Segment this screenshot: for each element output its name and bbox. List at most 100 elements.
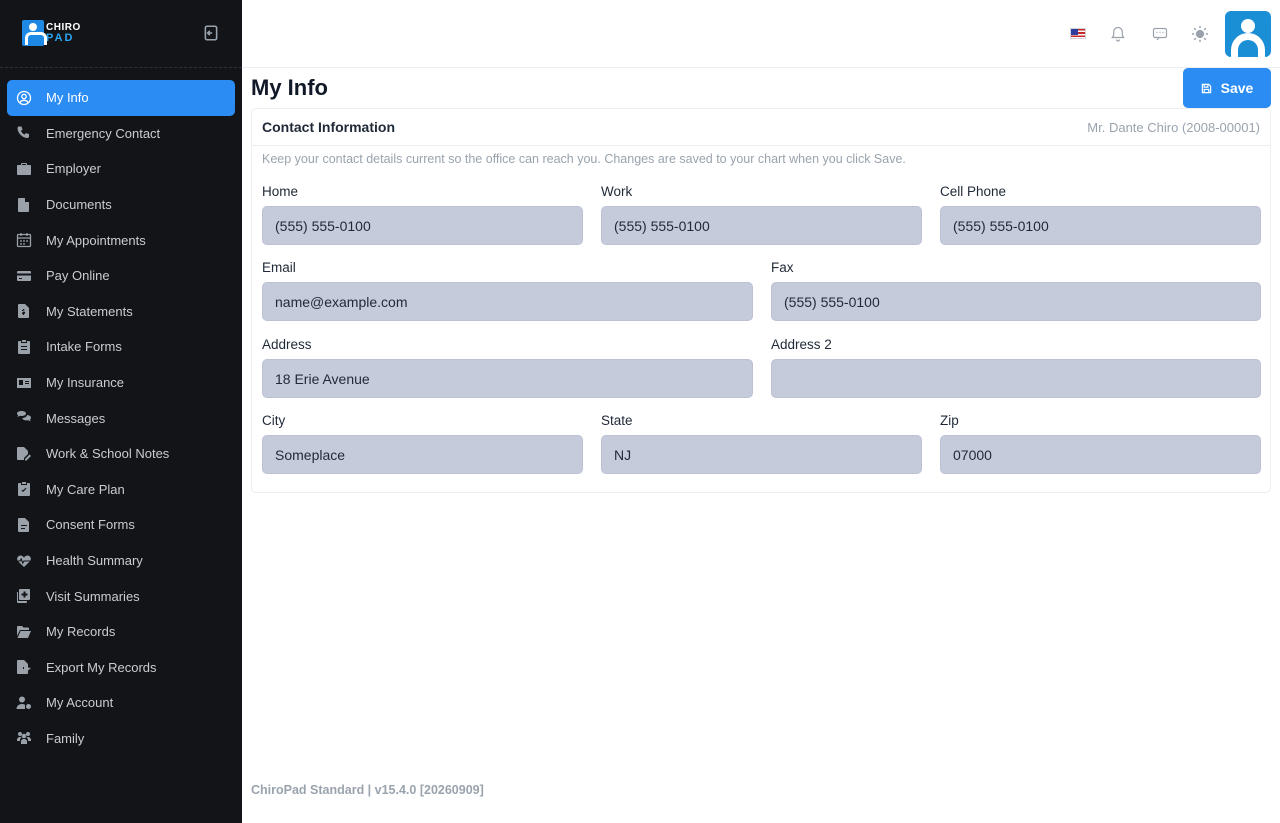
sidebar-item-work-school-notes[interactable]: Work & School Notes (7, 436, 235, 472)
clipboard-icon (15, 338, 33, 356)
sidebar-item-label: Intake Forms (46, 339, 122, 355)
card-title: Contact Information (262, 119, 395, 135)
sidebar-item-label: Messages (46, 410, 106, 426)
contact-information-card: Contact Information Mr. Dante Chiro (200… (251, 108, 1271, 493)
phone-icon (15, 124, 33, 142)
notes-medical-icon (15, 587, 33, 605)
sidebar-item-label: Visit Summaries (46, 588, 140, 604)
sidebar-item-label: My Statements (46, 303, 133, 319)
fax-label: Fax (771, 260, 794, 275)
message-icon[interactable] (1150, 24, 1170, 44)
user-gear-icon (15, 694, 33, 712)
us-flag-icon[interactable] (1070, 28, 1086, 39)
credit-card-icon (15, 267, 33, 285)
sidebar-item-label: Work & School Notes (46, 446, 170, 462)
address-2-field[interactable] (771, 359, 1261, 398)
sidebar-item-label: Health Summary (46, 553, 143, 569)
chat-icon (15, 409, 33, 427)
sidebar-item-intake-forms[interactable]: Intake Forms (7, 329, 235, 365)
sidebar-item-my-statements[interactable]: My Statements (7, 294, 235, 330)
save-button-label: Save (1220, 80, 1254, 96)
avatar[interactable] (1225, 11, 1271, 57)
sidebar-item-label: My Info (46, 90, 89, 106)
sidebar-item-label: Documents (46, 197, 112, 213)
page-title: My Info (251, 75, 328, 100)
sidebar-item-label: Pay Online (46, 268, 110, 284)
zip-label: Zip (940, 413, 959, 428)
sidebar-item-label: My Appointments (46, 232, 146, 248)
city-field[interactable] (262, 435, 583, 474)
address-2-label: Address 2 (771, 337, 832, 352)
sidebar-item-pay-online[interactable]: Pay Online (7, 258, 235, 294)
chiropad-logo[interactable]: CHIRO PAD (22, 20, 81, 46)
sidebar-item-label: Emergency Contact (46, 125, 161, 141)
sidebar-item-family[interactable]: Family (7, 721, 235, 757)
document-icon (15, 196, 33, 214)
sidebar-item-documents[interactable]: Documents (7, 187, 235, 223)
sidebar-item-my-appointments[interactable]: My Appointments (7, 222, 235, 258)
work-phone-field[interactable] (601, 206, 922, 245)
sidebar-item-emergency-contact[interactable]: Emergency Contact (7, 116, 235, 152)
email-field[interactable] (262, 282, 753, 321)
address-field[interactable] (262, 359, 753, 398)
sidebar: CHIRO PAD My Info Emergency Contact Empl… (0, 0, 242, 823)
sidebar-item-label: Employer (46, 161, 101, 177)
fax-field[interactable] (771, 282, 1261, 321)
sidebar-item-visit-summaries[interactable]: Visit Summaries (7, 578, 235, 614)
state-field[interactable] (601, 435, 922, 474)
version-footer: ChiroPad Standard | v15.4.0 [20260909] (251, 783, 484, 797)
sidebar-item-my-records[interactable]: My Records (7, 614, 235, 650)
statement-icon (15, 302, 33, 320)
sidebar-item-my-care-plan[interactable]: My Care Plan (7, 472, 235, 508)
sidebar-item-health-summary[interactable]: Health Summary (7, 543, 235, 579)
sidebar-item-label: Family (46, 730, 85, 746)
sidebar-item-label: My Care Plan (46, 481, 125, 497)
sidebar-item-employer[interactable]: Employer (7, 151, 235, 187)
top-bar (242, 0, 1280, 68)
zip-field[interactable] (940, 435, 1261, 474)
id-card-icon (15, 374, 33, 392)
home-phone-field[interactable] (262, 206, 583, 245)
card-hint: Keep your contact details current so the… (262, 152, 906, 166)
sidebar-item-my-account[interactable]: My Account (7, 685, 235, 721)
patient-name-id: Mr. Dante Chiro (2008-00001) (1087, 119, 1260, 135)
save-button[interactable]: Save (1183, 68, 1271, 108)
card-header: Contact Information Mr. Dante Chiro (200… (252, 109, 1270, 146)
sidebar-item-label: My Insurance (46, 375, 125, 391)
form-icon (15, 516, 33, 534)
email-label: Email (262, 260, 296, 275)
note-signature-icon (15, 445, 33, 463)
sidebar-item-label: My Records (46, 624, 116, 640)
cell-phone-field[interactable] (940, 206, 1261, 245)
cell-phone-label: Cell Phone (940, 184, 1007, 199)
sidebar-item-label: Consent Forms (46, 517, 135, 533)
clipboard-check-icon (15, 480, 33, 498)
sidebar-item-label: Export My Records (46, 659, 157, 675)
home-label: Home (262, 184, 299, 199)
collapse-sidebar-icon[interactable] (202, 24, 220, 42)
calendar-icon (15, 231, 33, 249)
work-label: Work (601, 184, 633, 199)
sidebar-item-my-info[interactable]: My Info (7, 80, 235, 116)
user-circle-icon (15, 89, 33, 107)
sidebar-header: CHIRO PAD (0, 0, 242, 68)
sidebar-item-consent-forms[interactable]: Consent Forms (7, 507, 235, 543)
sidebar-item-export-my-records[interactable]: Export My Records (7, 650, 235, 686)
sidebar-nav: My Info Emergency Contact Employer Docum… (7, 80, 235, 756)
file-export-icon (15, 658, 33, 676)
save-icon (1201, 83, 1211, 93)
address-label: Address (262, 337, 312, 352)
sidebar-item-label: My Account (46, 695, 114, 711)
sidebar-item-my-insurance[interactable]: My Insurance (7, 365, 235, 401)
city-label: City (262, 413, 286, 428)
sun-icon[interactable] (1190, 24, 1210, 44)
sidebar-item-messages[interactable]: Messages (7, 400, 235, 436)
state-label: State (601, 413, 633, 428)
heart-pulse-icon (15, 552, 33, 570)
logo-text-line2: PAD (46, 32, 75, 44)
users-icon (15, 729, 33, 747)
briefcase-icon (15, 160, 33, 178)
bell-icon[interactable] (1108, 24, 1128, 44)
logo-mark-icon (22, 20, 47, 46)
folder-open-icon (15, 623, 33, 641)
